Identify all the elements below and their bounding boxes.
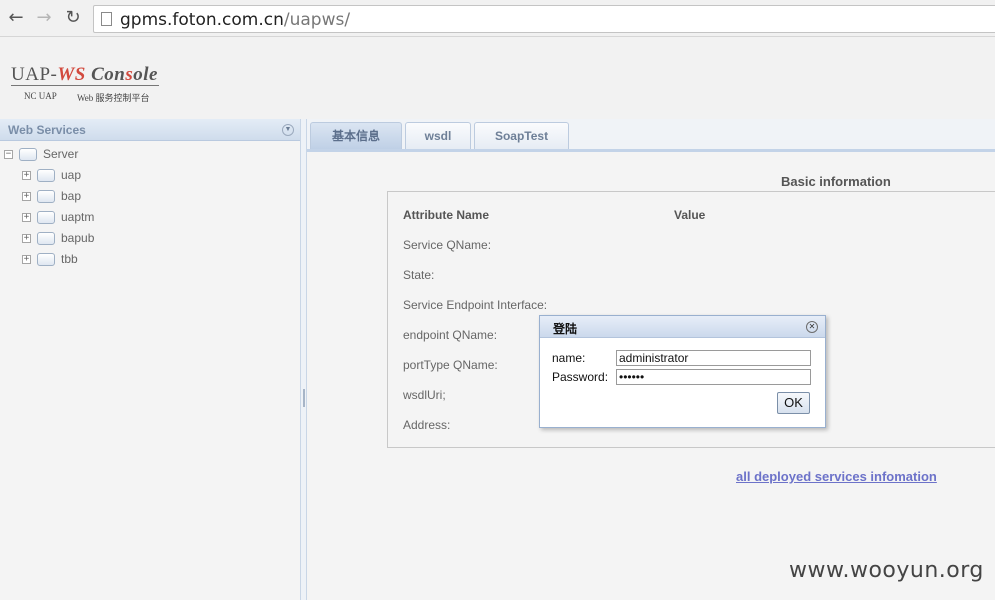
browser-toolbar: ← → ↻ gpms.foton.com.cn/uapws/	[0, 0, 995, 37]
tree-label: tbb	[61, 252, 78, 266]
tree-item-bapub[interactable]: + bapub	[22, 229, 94, 247]
panel-header: Web Services ▼	[0, 119, 300, 141]
watermark-text: www.wooyun.org	[789, 558, 984, 583]
column-header-value: Value	[674, 208, 706, 222]
tree-label: bapub	[61, 231, 95, 245]
attribute-label: Service Endpoint Interface:	[403, 298, 548, 312]
close-icon[interactable]: ✕	[806, 321, 818, 333]
app-logo: UAP-WS Console	[11, 64, 158, 86]
dialog-titlebar: 登陆 ✕	[540, 316, 825, 338]
back-icon[interactable]: ←	[6, 8, 26, 28]
expand-toggle-icon[interactable]: +	[22, 212, 31, 222]
tab-bar: 基本信息 wsdl SoapTest	[307, 119, 995, 152]
reload-icon[interactable]: ↻	[63, 8, 83, 28]
collapse-toggle-icon[interactable]: −	[4, 149, 13, 159]
page-icon	[101, 12, 112, 26]
section-title: Basic information	[781, 174, 891, 189]
tab-soaptest[interactable]: SoapTest	[474, 122, 569, 149]
module-icon	[37, 210, 55, 224]
module-icon	[37, 252, 55, 266]
server-icon	[19, 147, 37, 161]
url-text: gpms.foton.com.cn/uapws/	[120, 10, 350, 30]
all-services-link[interactable]: all deployed services infomation	[736, 469, 937, 484]
logo-part: ole	[133, 64, 158, 85]
tree-item-bap[interactable]: + bap	[22, 187, 81, 205]
logo-part: UAP-	[11, 64, 58, 85]
password-input[interactable]: ••••••	[616, 369, 811, 385]
attribute-label: portType QName:	[403, 358, 498, 372]
attribute-label: Address:	[403, 418, 451, 432]
tree-item-uaptm[interactable]: + uaptm	[22, 208, 94, 226]
logo-subtitle-cn: Web 服务控制平台	[77, 93, 150, 103]
tree-label: uaptm	[61, 210, 95, 224]
tree-root-server[interactable]: − Server	[4, 145, 78, 163]
password-label: Password:	[552, 370, 609, 384]
logo-underline	[11, 85, 159, 86]
module-icon	[37, 231, 55, 245]
ok-button[interactable]: OK	[777, 392, 810, 414]
tab-basic-info[interactable]: 基本信息	[310, 122, 402, 149]
forward-icon[interactable]: →	[34, 8, 54, 28]
url-host: gpms.foton.com.cn	[120, 10, 284, 30]
expand-toggle-icon[interactable]: +	[22, 191, 31, 201]
name-label: name:	[552, 351, 586, 365]
logo-part: WS	[57, 64, 86, 85]
logo-part: Con	[85, 64, 126, 85]
panel-title: Web Services	[8, 123, 86, 137]
expand-toggle-icon[interactable]: +	[22, 170, 31, 180]
web-services-panel: Web Services ▼ − Server + uap + bap + ua…	[0, 119, 301, 600]
tab-wsdl[interactable]: wsdl	[405, 122, 471, 149]
collapse-icon[interactable]: ▼	[282, 124, 294, 136]
splitter-grip-icon[interactable]	[303, 389, 305, 407]
tree-label: bap	[61, 189, 82, 203]
login-dialog: 登陆 ✕ name: administrator Password: •••••…	[539, 315, 826, 428]
attribute-label: State:	[403, 268, 435, 282]
tree-item-tbb[interactable]: + tbb	[22, 250, 78, 268]
expand-toggle-icon[interactable]: +	[22, 254, 31, 264]
tree-label: Server	[43, 147, 79, 161]
name-input[interactable]: administrator	[616, 350, 811, 366]
address-bar[interactable]: gpms.foton.com.cn/uapws/	[93, 5, 995, 33]
attribute-label: Service QName:	[403, 238, 492, 252]
module-icon	[37, 189, 55, 203]
tree-item-uap[interactable]: + uap	[22, 166, 81, 184]
column-header-name: Attribute Name	[403, 208, 490, 222]
attribute-label: wsdlUri;	[403, 388, 446, 402]
url-path: /uapws/	[283, 10, 351, 30]
tree-label: uap	[61, 168, 82, 182]
expand-toggle-icon[interactable]: +	[22, 233, 31, 243]
attribute-label: endpoint QName:	[403, 328, 498, 342]
dialog-title: 登陆	[553, 322, 578, 336]
module-icon	[37, 168, 55, 182]
logo-subtitle: NC UAP	[24, 91, 57, 101]
